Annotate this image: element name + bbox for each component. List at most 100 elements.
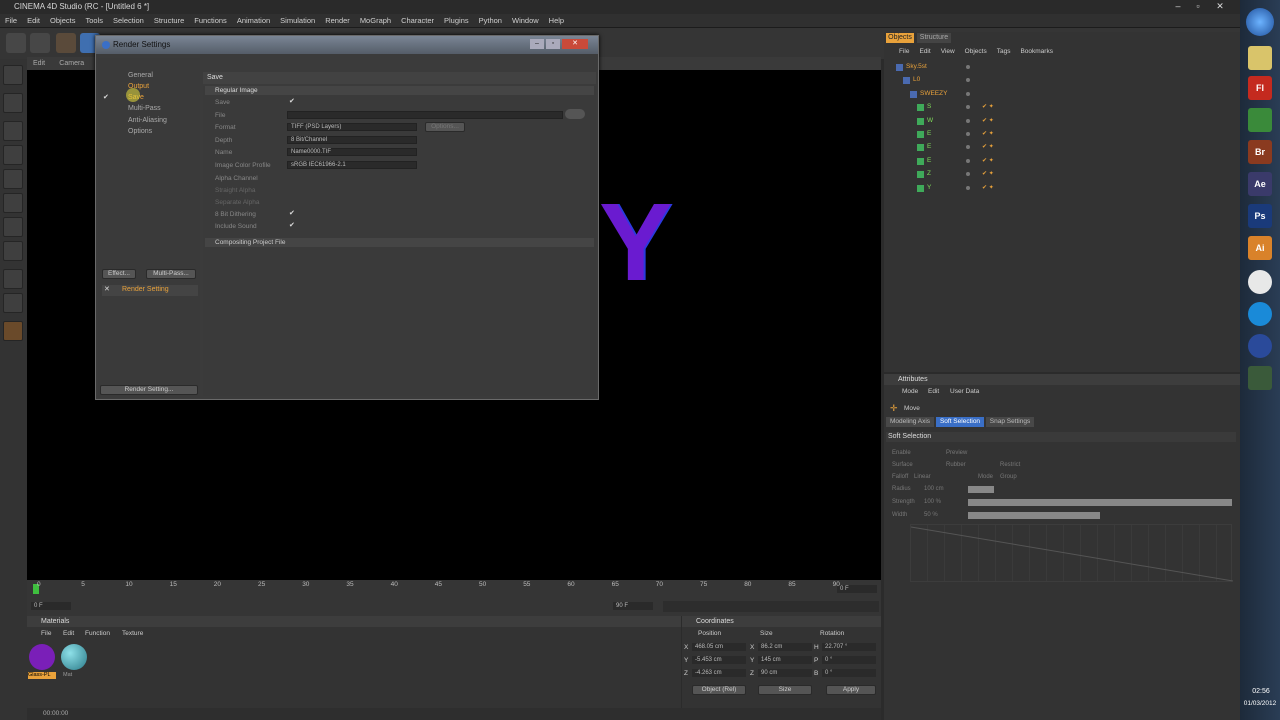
coord-rotation-field[interactable]: 0 ° <box>822 656 876 664</box>
menu-animation[interactable]: Animation <box>232 14 275 28</box>
save-enabled-check[interactable]: ✔ <box>103 93 109 101</box>
menu-functions[interactable]: Functions <box>189 14 232 28</box>
multipass-button[interactable]: Multi-Pass... <box>146 269 196 279</box>
undo-icon[interactable] <box>6 33 26 53</box>
dithering-checkbox[interactable]: ✔ <box>289 209 295 217</box>
materials-menu-edit[interactable]: Edit <box>63 630 74 637</box>
photoshop-icon[interactable]: Ps <box>1248 204 1272 228</box>
color-profile-dropdown[interactable]: sRGB IEC61966-2.1 <box>287 161 417 169</box>
object-row[interactable]: Sky.5st <box>886 62 1236 74</box>
coord-rotation-field[interactable]: 22.707 ° <box>822 643 876 651</box>
timeline[interactable]: 0 F 90 F 0 F <box>27 580 881 616</box>
object-visibility-dot[interactable] <box>966 65 970 69</box>
menu-plugins[interactable]: Plugins <box>439 14 474 28</box>
objects-menu-tags[interactable]: Tags <box>992 48 1016 55</box>
tab-soft-selection[interactable]: Soft Selection <box>936 417 984 427</box>
format-options-button[interactable]: Options... <box>425 122 465 132</box>
menu-file[interactable]: File <box>0 14 22 28</box>
render-setting-item[interactable]: ✕ Render Setting <box>102 285 198 296</box>
tab-modeling-axis[interactable]: Modeling Axis <box>886 417 934 427</box>
menu-python[interactable]: Python <box>474 14 507 28</box>
object-row[interactable]: SWEEZY <box>886 89 1236 101</box>
polygons-mode-icon[interactable] <box>3 193 23 213</box>
object-visibility-dot[interactable] <box>966 145 970 150</box>
object-visibility-dot[interactable] <box>966 172 970 177</box>
object-row[interactable]: E ✔ ✦ <box>886 142 1236 154</box>
compositing-group[interactable]: Compositing Project File <box>205 238 594 247</box>
materials-menu-texture[interactable]: Texture <box>122 630 143 637</box>
dialog-minimize-button[interactable]: – <box>530 39 544 49</box>
objects-menu-view[interactable]: View <box>936 48 960 55</box>
objects-menu-edit[interactable]: Edit <box>914 48 935 55</box>
dialog-close-button[interactable]: ✕ <box>562 39 588 49</box>
attr-menu-mode[interactable]: Mode <box>902 388 918 395</box>
object-visibility-dot[interactable] <box>966 118 970 123</box>
object-row[interactable]: W ✔ ✦ <box>886 116 1236 128</box>
model-mode-icon[interactable] <box>3 65 23 85</box>
lock-icon[interactable] <box>3 293 23 313</box>
chrome-icon[interactable] <box>1248 270 1272 294</box>
object-row[interactable]: Y ✔ ✦ <box>886 183 1236 195</box>
maximize-button[interactable]: ▫ <box>1188 0 1208 13</box>
minimize-button[interactable]: – <box>1168 0 1188 13</box>
nav-options[interactable]: Options <box>128 128 152 135</box>
menu-render[interactable]: Render <box>320 14 355 28</box>
objects-menu-objects[interactable]: Objects <box>960 48 992 55</box>
menu-mograph[interactable]: MoGraph <box>355 14 396 28</box>
attr-slider[interactable] <box>968 512 1100 519</box>
material-glass-icon[interactable] <box>29 644 55 670</box>
attr-slider[interactable] <box>968 499 1232 506</box>
app-icon[interactable] <box>1248 366 1272 390</box>
viewport-menu-edit[interactable]: Edit <box>27 57 51 70</box>
clock-date[interactable]: 01/03/2012 <box>1240 700 1280 707</box>
cinema4d-icon[interactable] <box>1248 334 1272 358</box>
axis-mode-icon[interactable] <box>3 121 23 141</box>
object-visibility-dot[interactable] <box>966 91 970 96</box>
illustrator-icon[interactable]: Ai <box>1248 236 1272 260</box>
structure-tab[interactable]: Structure <box>917 33 951 43</box>
menu-simulation[interactable]: Simulation <box>275 14 320 28</box>
nav-multipass[interactable]: Multi-Pass <box>128 105 161 112</box>
frame-right-field[interactable]: 0 F <box>837 585 877 593</box>
flash-icon[interactable]: Fl <box>1248 76 1272 100</box>
coord-position-field[interactable]: -4.263 cm <box>692 669 746 677</box>
coord-size-field[interactable]: 90 cm <box>758 669 812 677</box>
current-frame-field[interactable]: 0 F <box>31 602 71 610</box>
materials-menu-file[interactable]: File <box>41 630 51 637</box>
tab-snap-settings[interactable]: Snap Settings <box>986 417 1034 427</box>
playback-controls[interactable] <box>663 601 879 612</box>
skype-icon[interactable] <box>1248 302 1272 326</box>
start-button[interactable] <box>1246 8 1274 36</box>
depth-dropdown[interactable]: 8 Bit/Channel <box>287 136 417 144</box>
viewport-menu-camera[interactable]: Camera <box>53 57 90 70</box>
close-button[interactable]: ✕ <box>1210 0 1230 13</box>
object-visibility-dot[interactable] <box>966 105 970 110</box>
name-dropdown[interactable]: Name0000.TIF <box>287 148 417 156</box>
edges-mode-icon[interactable] <box>3 169 23 189</box>
explorer-icon[interactable] <box>1248 46 1272 70</box>
dialog-maximize-button[interactable]: ▫ <box>546 39 560 49</box>
coord-size-field[interactable]: 145 cm <box>758 656 812 664</box>
coord-size-field[interactable]: 86.2 cm <box>758 643 812 651</box>
coord-size-dropdown[interactable]: Size <box>758 685 812 695</box>
objects-tab[interactable]: Objects <box>886 33 914 43</box>
sound-checkbox[interactable]: ✔ <box>289 221 295 229</box>
attr-slider[interactable] <box>968 486 994 493</box>
object-row[interactable]: S ✔ ✦ <box>886 102 1236 114</box>
render-setting-menu-button[interactable]: Render Setting... <box>100 385 198 395</box>
dialog-titlebar[interactable]: Render Settings <box>96 36 598 54</box>
effect-button[interactable]: Effect... <box>102 269 136 279</box>
object-row[interactable]: L0 <box>886 75 1236 87</box>
object-row[interactable]: Z ✔ ✦ <box>886 169 1236 181</box>
materials-menu-function[interactable]: Function <box>85 630 110 637</box>
coord-mode-dropdown[interactable]: Object (Rel) <box>692 685 746 695</box>
menu-character[interactable]: Character <box>396 14 439 28</box>
menu-tools[interactable]: Tools <box>80 14 108 28</box>
object-row[interactable]: E ✔ ✦ <box>886 129 1236 141</box>
object-visibility-dot[interactable] <box>966 185 970 190</box>
objects-menu-file[interactable]: File <box>894 48 914 55</box>
object-visibility-dot[interactable] <box>966 158 970 163</box>
menu-objects[interactable]: Objects <box>45 14 80 28</box>
texture-mode-icon[interactable] <box>3 93 23 113</box>
objects-menu-bookmarks[interactable]: Bookmarks <box>1015 48 1058 55</box>
